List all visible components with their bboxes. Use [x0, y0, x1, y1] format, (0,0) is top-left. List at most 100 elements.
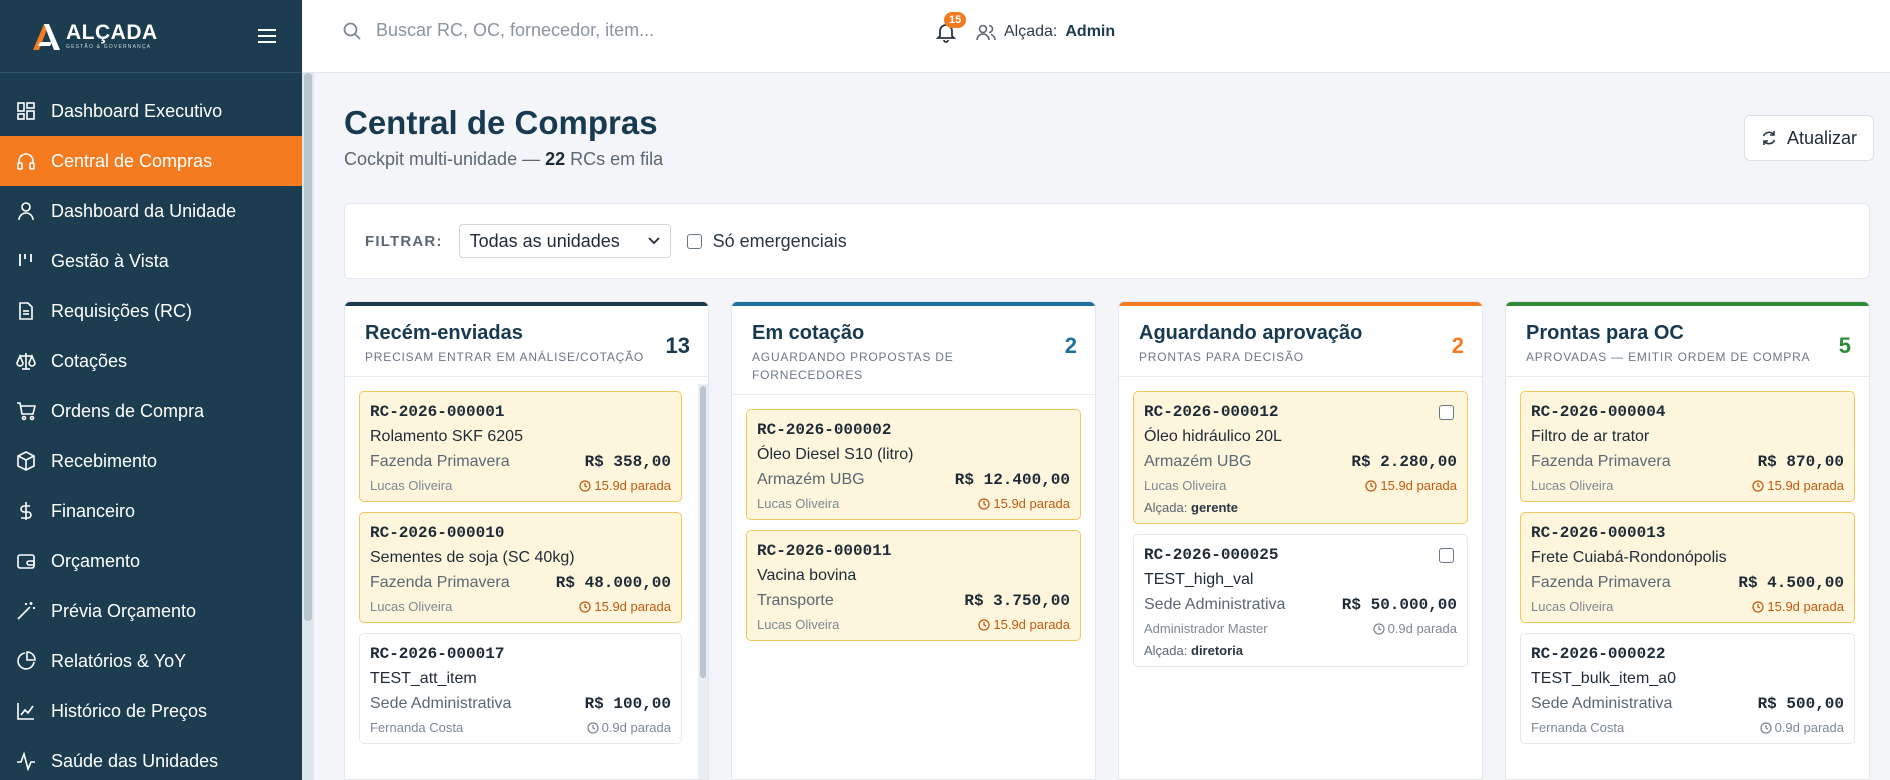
unit-select-value: Todas as unidades [469, 230, 620, 251]
rc-item: TEST_att_item [370, 670, 477, 687]
rc-card[interactable]: RC-2026-000022 TEST_bulk_item_a0 Sede Ad… [1520, 633, 1855, 744]
unit-select[interactable]: Todas as unidades [458, 224, 671, 258]
column-em-cotacao: Em cotação AGUARDANDO PROPOSTAS DE FORNE… [731, 301, 1096, 780]
column-title: Em cotação [752, 322, 865, 344]
sidebar-item-dashboard-da-unidade[interactable]: Dashboard da Unidade [0, 186, 302, 236]
rc-stopped-time: 0.9d parada [586, 720, 671, 735]
refresh-button[interactable]: Atualizar [1744, 115, 1874, 161]
rc-card[interactable]: RC-2026-000017 TEST_att_item Sede Admini… [359, 633, 682, 744]
rc-item: Filtro de ar trator [1531, 428, 1650, 445]
rc-item: Rolamento SKF 6205 [370, 428, 523, 445]
rc-card[interactable]: RC-2026-000012 Óleo hidráulico 20L Armaz… [1133, 391, 1468, 524]
sidebar-item-financeiro[interactable]: Financeiro [0, 486, 302, 536]
rc-card[interactable]: RC-2026-000002 Óleo Diesel S10 (litro) A… [746, 409, 1081, 520]
logo-bar: ALÇADA GESTÃO & GOVERNANÇA [0, 0, 302, 73]
search-box [342, 20, 796, 41]
rc-value: R$ 870,00 [1757, 453, 1844, 471]
rc-code: RC-2026-000012 [1144, 403, 1279, 421]
column-scrollbar[interactable] [698, 384, 708, 779]
sidebar-item-gestao-a-vista[interactable]: Gestão à Vista [0, 236, 302, 286]
rc-card[interactable]: RC-2026-000004 Filtro de ar trator Fazen… [1520, 391, 1855, 502]
logo-name: ALÇADA [66, 21, 158, 44]
column-header: Recém-enviadas PRECISAM ENTRAR EM ANÁLIS… [345, 306, 708, 377]
page-subtitle-prefix: Cockpit multi-unidade — [344, 149, 546, 169]
sidebar-item-label: Prévia Orçamento [51, 600, 197, 621]
user-role[interactable]: Alçada: Admin [976, 22, 1115, 42]
rc-item: Óleo Diesel S10 (litro) [757, 446, 914, 463]
sidebar-item-ordens-de-compra[interactable]: Ordens de Compra [0, 386, 302, 436]
scale-icon [15, 350, 37, 372]
clock-icon [1752, 479, 1765, 492]
page-title: Central de Compras [344, 104, 658, 141]
rc-requester: Fernanda Costa [370, 720, 464, 735]
rc-stopped-label: 0.9d parada [1387, 621, 1457, 636]
rc-code: RC-2026-000010 [370, 524, 505, 542]
sidebar: ALÇADA GESTÃO & GOVERNANÇA Dashboard Exe… [0, 0, 302, 780]
rc-code: RC-2026-000013 [1531, 524, 1666, 542]
sidebar-item-recebimento[interactable]: Recebimento [0, 436, 302, 486]
sidebar-nav: Dashboard Executivo Central de Compras D… [0, 73, 302, 780]
hamburger-icon [258, 29, 276, 43]
clock-icon [978, 497, 991, 510]
rc-stopped-label: 15.9d parada [594, 599, 671, 614]
rc-unit: Fazenda Primavera [1531, 453, 1671, 470]
column-scrollbar-thumb[interactable] [700, 386, 706, 678]
sidebar-item-requisicoes[interactable]: Requisições (RC) [0, 286, 302, 336]
sidebar-item-saude-das-unidades[interactable]: Saúde das Unidades [0, 736, 302, 780]
sidebar-item-orcamento[interactable]: Orçamento [0, 536, 302, 586]
column-count: 13 [665, 333, 690, 358]
sidebar-item-historico-de-precos[interactable]: Histórico de Preços [0, 686, 302, 736]
rc-unit: Armazém UBG [1144, 453, 1252, 470]
rc-unit: Armazém UBG [757, 471, 865, 488]
role-value: Admin [1065, 23, 1116, 40]
rc-card[interactable]: RC-2026-000010 Sementes de soja (SC 40kg… [359, 512, 682, 623]
rc-requester: Fernanda Costa [1531, 720, 1625, 735]
rc-value: R$ 12.400,00 [954, 471, 1070, 489]
refresh-icon [1762, 131, 1776, 145]
dollar-icon [15, 500, 37, 522]
card-select-checkbox[interactable] [1439, 405, 1454, 420]
menu-toggle-button[interactable] [256, 25, 278, 47]
rc-value: R$ 4.500,00 [1738, 574, 1844, 592]
column-recem-enviadas: Recém-enviadas PRECISAM ENTRAR EM ANÁLIS… [344, 301, 709, 780]
column-header: Prontas para OC APROVADAS — EMITIR ORDEM… [1506, 306, 1869, 377]
rc-card[interactable]: RC-2026-000025 TEST_high_val Sede Admini… [1133, 534, 1468, 667]
column-title: Recém-enviadas [365, 322, 523, 344]
clock-icon [1372, 622, 1385, 635]
sidebar-scrollbar[interactable] [302, 73, 314, 780]
rc-value: R$ 100,00 [584, 695, 671, 713]
rc-card[interactable]: RC-2026-000013 Frete Cuiabá-Rondonópolis… [1520, 512, 1855, 623]
rc-stopped-time: 15.9d parada [579, 599, 671, 614]
rc-value: R$ 2.280,00 [1351, 453, 1457, 471]
card-list: RC-2026-000001 Rolamento SKF 6205 Fazend… [345, 377, 708, 744]
bars-icon [15, 250, 37, 272]
card-select-checkbox[interactable] [1439, 548, 1454, 563]
rc-stopped-label: 15.9d parada [993, 617, 1070, 632]
activity-icon [15, 750, 37, 772]
rc-item: Frete Cuiabá-Rondonópolis [1531, 549, 1727, 566]
column-count: 5 [1838, 333, 1851, 358]
emergency-checkbox[interactable] [686, 233, 702, 249]
sidebar-item-dashboard-executivo[interactable]: Dashboard Executivo [0, 86, 302, 136]
sidebar-item-relatorios[interactable]: Relatórios & YoY [0, 636, 302, 686]
emergency-filter[interactable]: Só emergenciais [686, 231, 847, 252]
sidebar-scrollbar-thumb[interactable] [304, 73, 312, 621]
main-content: Central de Compras Cockpit multi-unidade… [314, 73, 1890, 780]
rc-stopped-label: 0.9d parada [601, 720, 671, 735]
sidebar-item-label: Gestão à Vista [51, 250, 169, 271]
rc-stopped-time: 0.9d parada [1372, 621, 1457, 636]
rc-card[interactable]: RC-2026-000001 Rolamento SKF 6205 Fazend… [359, 391, 682, 502]
rc-card[interactable]: RC-2026-000011 Vacina bovina Transporte R… [746, 530, 1081, 641]
search-input[interactable] [376, 20, 796, 41]
app-logo[interactable]: ALÇADA GESTÃO & GOVERNANÇA [30, 20, 158, 52]
sidebar-item-previa-orcamento[interactable]: Prévia Orçamento [0, 586, 302, 636]
column-title: Prontas para OC [1526, 322, 1684, 344]
sidebar-item-cotacoes[interactable]: Cotações [0, 336, 302, 386]
sidebar-item-central-de-compras[interactable]: Central de Compras [0, 136, 302, 186]
column-header: Em cotação AGUARDANDO PROPOSTAS DE FORNE… [732, 306, 1095, 395]
rc-stopped-time: 15.9d parada [1752, 599, 1844, 614]
sidebar-item-label: Orçamento [51, 550, 141, 571]
logo-mark-icon [33, 24, 60, 50]
chevron-down-icon [648, 237, 660, 245]
sidebar-item-label: Histórico de Preços [51, 700, 208, 721]
